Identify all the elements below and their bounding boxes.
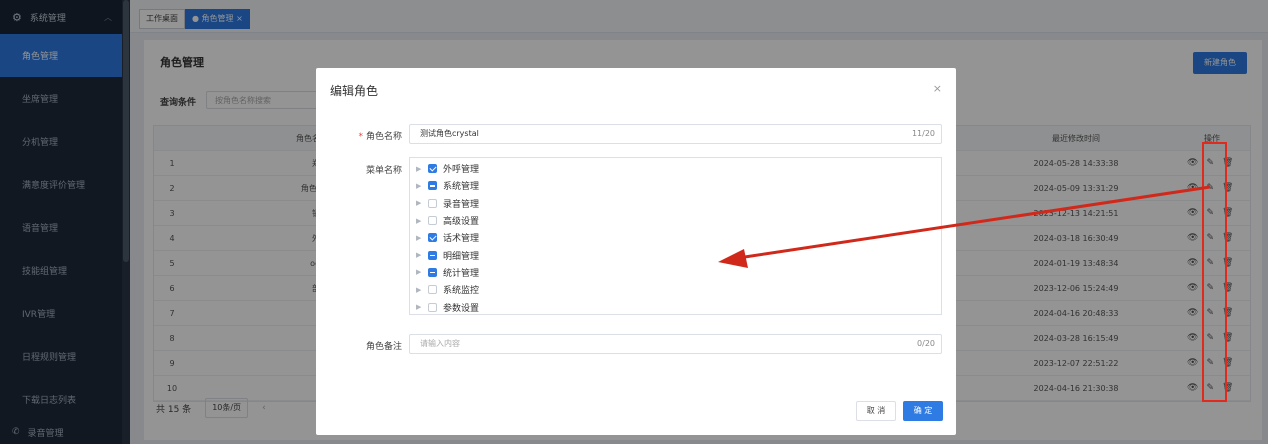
annotation-arrow xyxy=(718,185,1211,268)
